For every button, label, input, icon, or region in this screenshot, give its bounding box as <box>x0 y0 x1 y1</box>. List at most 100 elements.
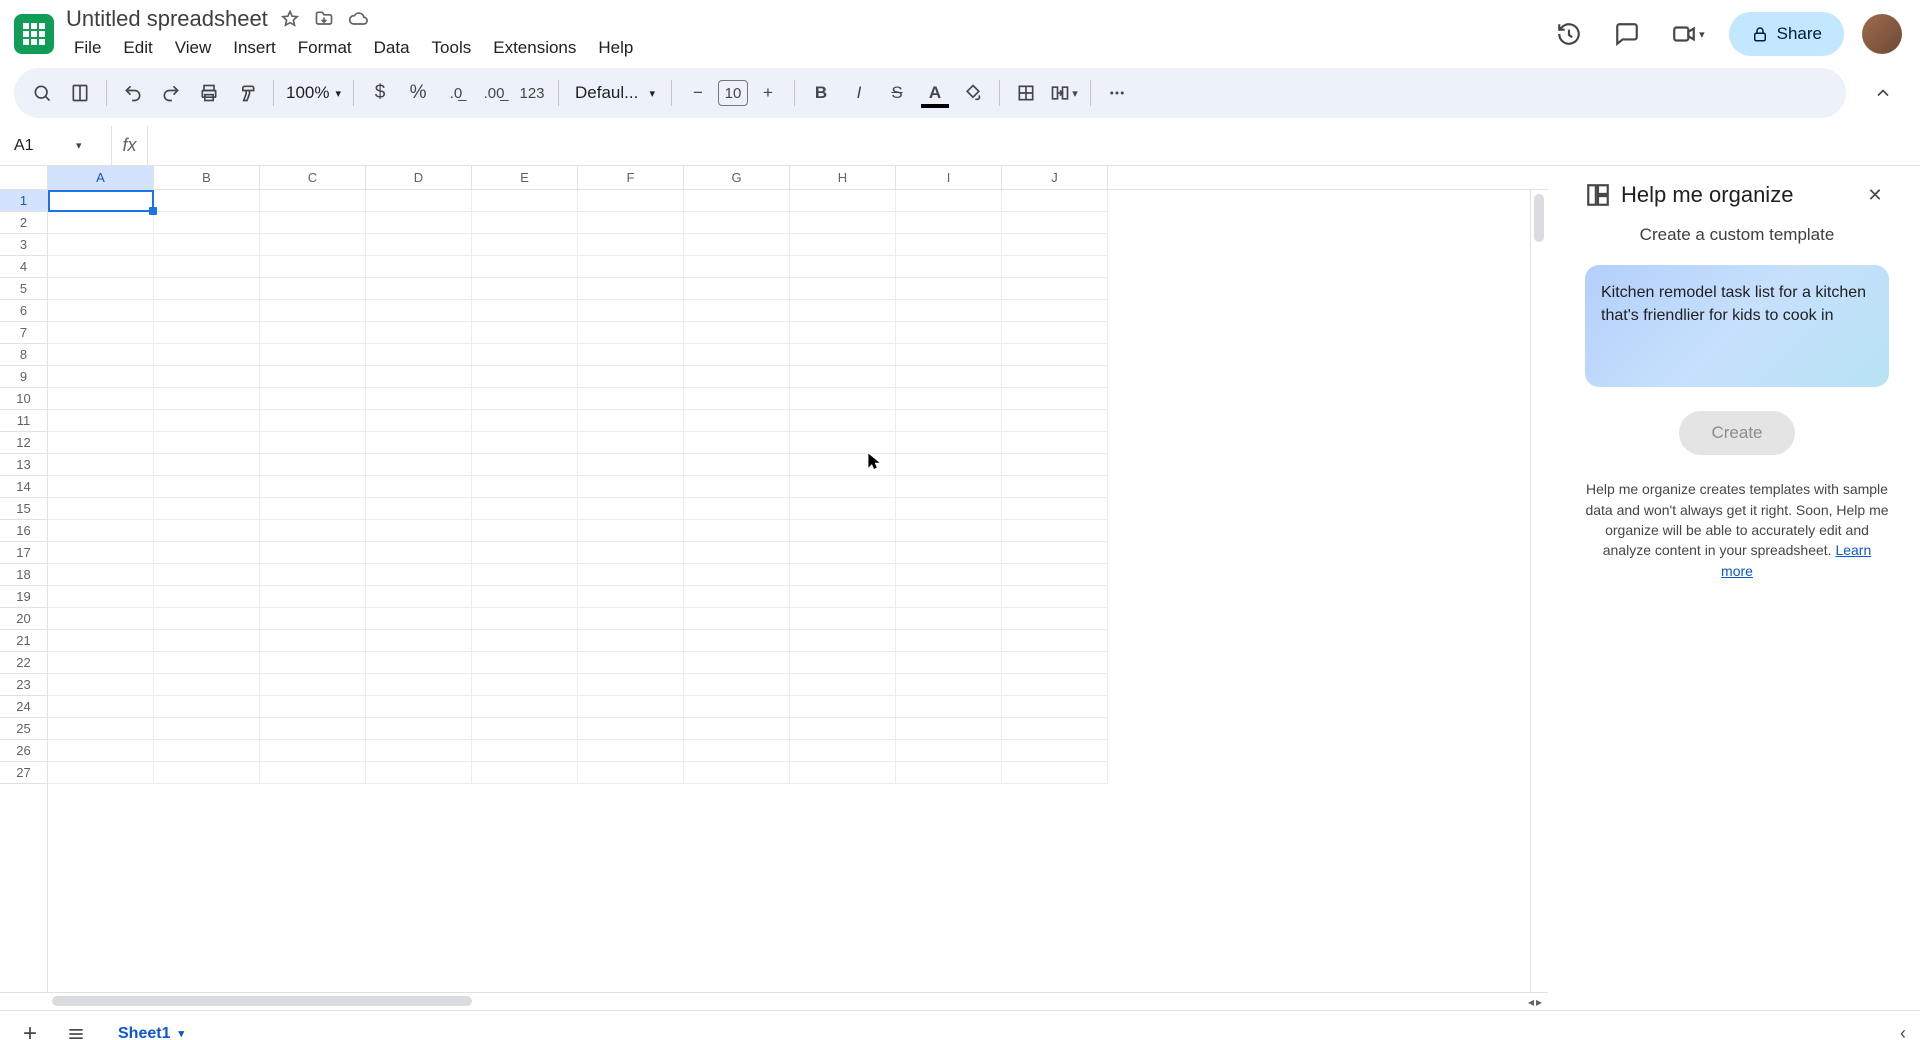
cell[interactable] <box>472 278 578 300</box>
cell[interactable] <box>684 564 790 586</box>
row-header[interactable]: 13 <box>0 454 47 476</box>
row-header[interactable]: 18 <box>0 564 47 586</box>
cell[interactable] <box>48 344 154 366</box>
cell[interactable] <box>48 608 154 630</box>
cell[interactable] <box>790 388 896 410</box>
row-header[interactable]: 19 <box>0 586 47 608</box>
row-header[interactable]: 20 <box>0 608 47 630</box>
cell[interactable] <box>154 256 260 278</box>
cell[interactable] <box>260 520 366 542</box>
bold-button[interactable]: B <box>803 75 839 111</box>
cell[interactable] <box>790 278 896 300</box>
cell[interactable] <box>154 542 260 564</box>
row-header[interactable]: 25 <box>0 718 47 740</box>
cell[interactable] <box>684 652 790 674</box>
cell[interactable] <box>48 234 154 256</box>
cell[interactable] <box>1002 388 1108 410</box>
cell[interactable] <box>790 476 896 498</box>
cell[interactable] <box>790 564 896 586</box>
cell[interactable] <box>578 740 684 762</box>
cell[interactable] <box>154 696 260 718</box>
row-header[interactable]: 8 <box>0 344 47 366</box>
cell[interactable] <box>366 212 472 234</box>
cell[interactable] <box>48 388 154 410</box>
chevron-down-icon[interactable]: ▾ <box>178 1027 184 1040</box>
cell[interactable] <box>578 454 684 476</box>
cell[interactable] <box>48 410 154 432</box>
row-header[interactable]: 7 <box>0 322 47 344</box>
cell[interactable] <box>790 234 896 256</box>
cell[interactable] <box>1002 542 1108 564</box>
cell[interactable] <box>790 432 896 454</box>
cell[interactable] <box>684 630 790 652</box>
cell[interactable] <box>1002 586 1108 608</box>
show-side-panel-button[interactable]: ‹ <box>1900 1023 1906 1040</box>
cell[interactable] <box>684 608 790 630</box>
cell[interactable] <box>260 762 366 784</box>
paint-format-button[interactable] <box>229 75 265 111</box>
cell[interactable] <box>472 696 578 718</box>
decrease-decimal-button[interactable]: .0̲ <box>438 75 474 111</box>
cell[interactable] <box>154 520 260 542</box>
column-header[interactable]: G <box>684 166 790 189</box>
cell[interactable] <box>684 190 790 212</box>
comments-icon[interactable] <box>1607 14 1647 54</box>
cell[interactable] <box>578 212 684 234</box>
cell[interactable] <box>260 256 366 278</box>
cell[interactable] <box>154 674 260 696</box>
cell[interactable] <box>896 718 1002 740</box>
cell[interactable] <box>48 212 154 234</box>
cell[interactable] <box>260 190 366 212</box>
history-icon[interactable] <box>1549 14 1589 54</box>
cell[interactable] <box>366 344 472 366</box>
cell[interactable] <box>48 630 154 652</box>
cell[interactable] <box>154 564 260 586</box>
cell[interactable] <box>896 366 1002 388</box>
cell[interactable] <box>1002 190 1108 212</box>
cell[interactable] <box>260 322 366 344</box>
cell[interactable] <box>154 454 260 476</box>
account-avatar[interactable] <box>1862 14 1902 54</box>
cell[interactable] <box>896 410 1002 432</box>
cell[interactable] <box>684 234 790 256</box>
cell[interactable] <box>472 322 578 344</box>
scrollbar-thumb[interactable] <box>1534 194 1544 242</box>
cell[interactable] <box>684 322 790 344</box>
cell[interactable] <box>1002 608 1108 630</box>
cell[interactable] <box>684 542 790 564</box>
cell[interactable] <box>896 740 1002 762</box>
fill-color-button[interactable] <box>955 75 991 111</box>
cell[interactable] <box>472 432 578 454</box>
column-header[interactable]: I <box>896 166 1002 189</box>
cell[interactable] <box>260 410 366 432</box>
cell[interactable] <box>790 630 896 652</box>
cell[interactable] <box>684 454 790 476</box>
cell[interactable] <box>684 718 790 740</box>
cell[interactable] <box>472 344 578 366</box>
cell[interactable] <box>366 190 472 212</box>
cloud-status-icon[interactable] <box>348 9 368 29</box>
cell[interactable] <box>472 564 578 586</box>
cell[interactable] <box>684 256 790 278</box>
cell[interactable] <box>472 542 578 564</box>
cell[interactable] <box>790 322 896 344</box>
column-header[interactable]: B <box>154 166 260 189</box>
name-box[interactable]: ▾ <box>0 126 112 165</box>
row-header[interactable]: 4 <box>0 256 47 278</box>
cell[interactable] <box>48 432 154 454</box>
cell[interactable] <box>48 762 154 784</box>
cell[interactable] <box>154 608 260 630</box>
star-icon[interactable] <box>280 9 300 29</box>
cell[interactable] <box>472 454 578 476</box>
cell[interactable] <box>896 586 1002 608</box>
cell[interactable] <box>578 520 684 542</box>
cell[interactable] <box>260 278 366 300</box>
cell[interactable] <box>684 278 790 300</box>
cell[interactable] <box>1002 718 1108 740</box>
cell[interactable] <box>472 366 578 388</box>
cell[interactable] <box>578 674 684 696</box>
row-header[interactable]: 11 <box>0 410 47 432</box>
cell[interactable] <box>260 300 366 322</box>
cell[interactable] <box>154 278 260 300</box>
cell[interactable] <box>366 652 472 674</box>
